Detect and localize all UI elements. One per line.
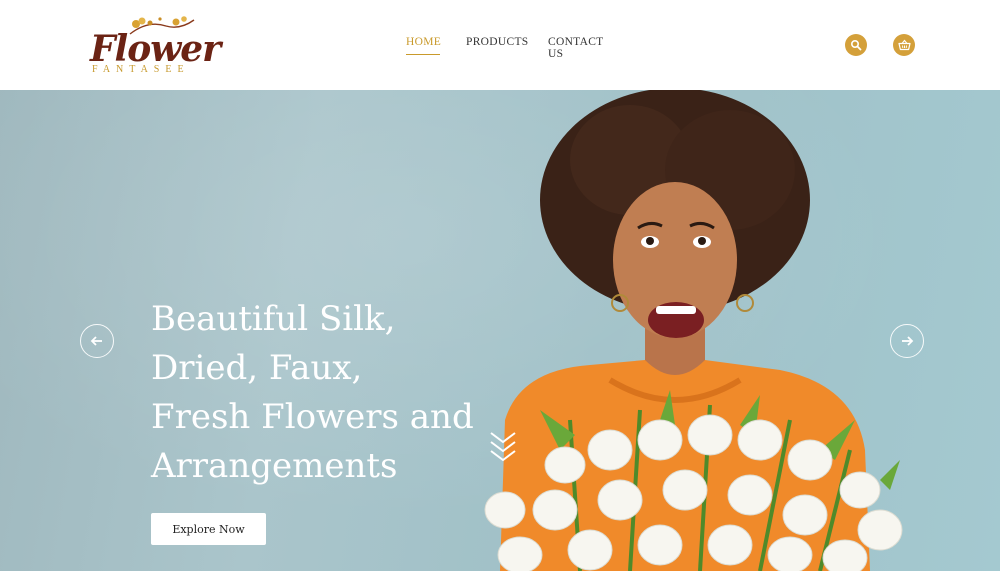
hero-heading-line: Beautiful Silk,: [151, 299, 396, 339]
hero-banner: Beautiful Silk, Dried, Faux, Fresh Flowe…: [0, 90, 1000, 571]
hero-image: [484, 90, 903, 571]
site-header: Flower FANTASEE HOME PRODUCTS CONTACT US: [0, 0, 1000, 90]
search-icon: [850, 39, 862, 51]
nav-item-home[interactable]: HOME: [406, 36, 441, 55]
nav-item-products[interactable]: PRODUCTS: [466, 36, 528, 54]
brand-subtitle: FANTASEE: [92, 64, 190, 75]
arrow-right-icon: [902, 336, 914, 346]
hero-heading-line: Fresh Flowers and: [151, 397, 474, 437]
hero-heading: Beautiful Silk, Dried, Faux, Fresh Flowe…: [151, 295, 481, 491]
arrow-left-icon: [90, 336, 102, 346]
cart-button[interactable]: [893, 34, 915, 56]
slider-next-button[interactable]: [890, 324, 924, 358]
brand-logo[interactable]: Flower FANTASEE: [88, 14, 221, 78]
search-button[interactable]: [845, 34, 867, 56]
hero-heading-line: Arrangements: [151, 446, 398, 486]
chevrons-down-icon[interactable]: [488, 430, 518, 470]
nav-item-contact-us[interactable]: CONTACT US: [548, 36, 618, 66]
slider-prev-button[interactable]: [80, 324, 114, 358]
explore-now-button[interactable]: Explore Now: [151, 513, 266, 545]
basket-icon: [897, 39, 911, 51]
hero-heading-line: Dried, Faux,: [151, 348, 363, 388]
